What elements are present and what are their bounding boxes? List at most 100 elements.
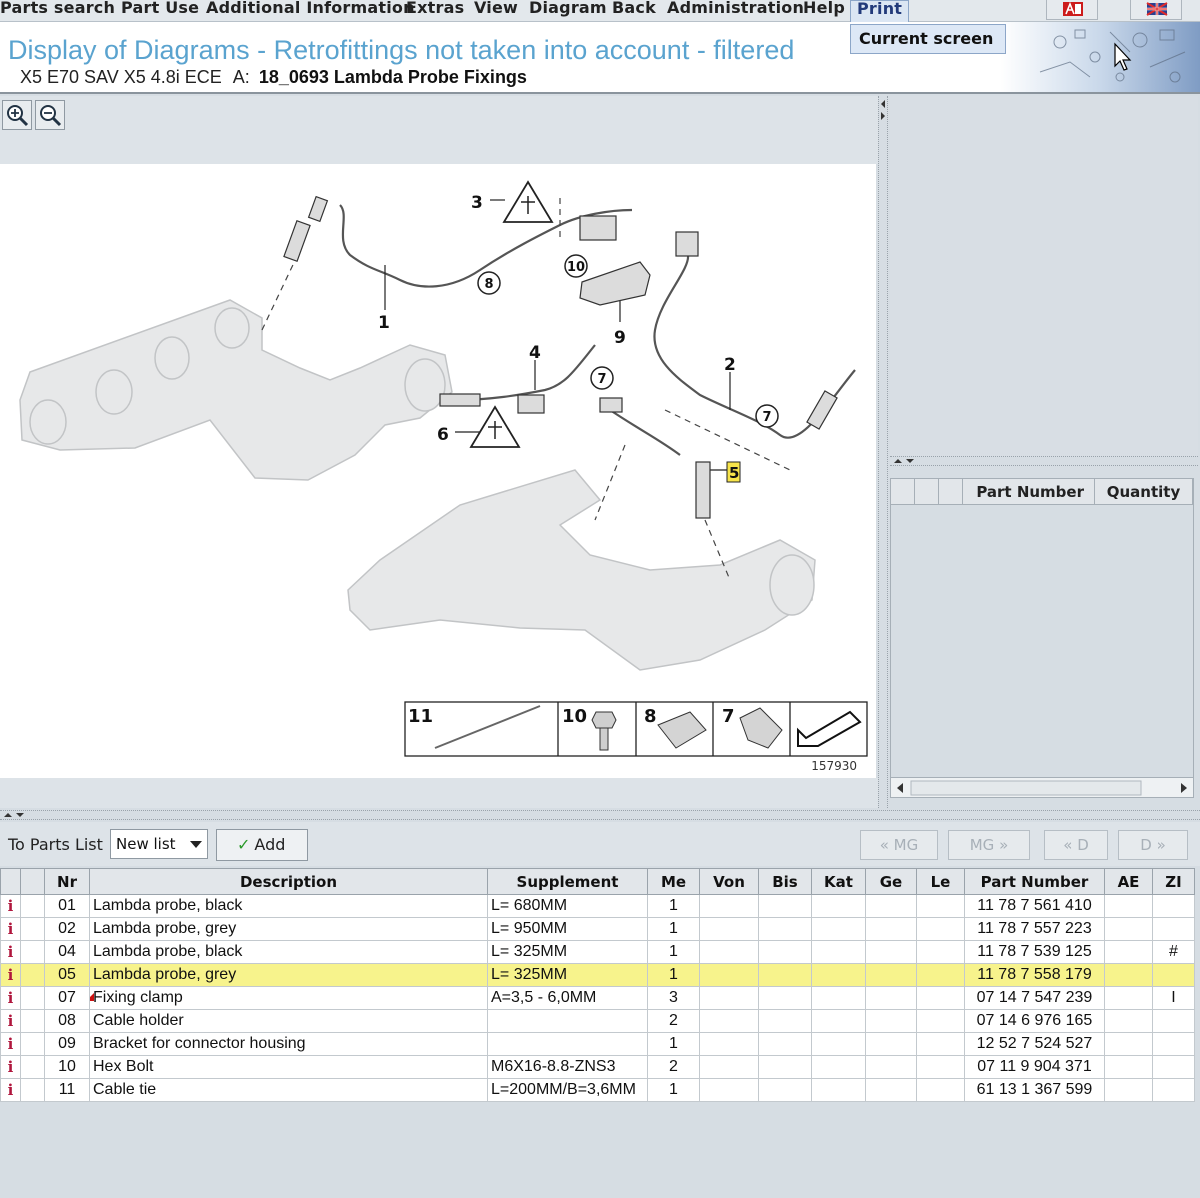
zoom-in-button[interactable]: [2, 100, 32, 130]
column-bis[interactable]: Bis: [758, 868, 812, 895]
info-icon[interactable]: i: [0, 917, 21, 941]
column-part-number[interactable]: Part Number: [963, 479, 1095, 505]
column-le[interactable]: Le: [916, 868, 965, 895]
table-row[interactable]: i 04 Lambda probe, black L= 325MM 1 11 78 7 5…: [0, 940, 1195, 964]
info-icon[interactable]: i: [0, 894, 21, 918]
row-zi: #: [1152, 940, 1195, 964]
row-me: 2: [647, 1009, 700, 1033]
row-part-number: 07 14 6 976 165: [964, 1009, 1105, 1033]
table-row[interactable]: i 05 Lambda probe, grey L= 325MM 1 11 78 7 55…: [0, 963, 1195, 987]
row-von: [699, 894, 759, 918]
row-ge: [865, 986, 917, 1010]
info-icon[interactable]: i: [0, 1078, 21, 1102]
callout-5[interactable]: 5: [729, 464, 739, 482]
callout-9[interactable]: 9: [614, 328, 626, 348]
callout-2[interactable]: 2: [724, 355, 736, 375]
row-kat: [811, 917, 866, 941]
menu-print[interactable]: Print: [850, 0, 910, 24]
table-row[interactable]: i 09 Bracket for connector housing 1 12 52 7…: [0, 1032, 1195, 1056]
row-bis: [758, 1078, 812, 1102]
horizontal-splitter[interactable]: [0, 810, 1200, 820]
car-toolbar-button[interactable]: [1130, 0, 1182, 20]
callout-7-circle[interactable]: 7: [597, 372, 606, 387]
table-row[interactable]: i 08 Cable holder 2 07 14 6 976 165: [0, 1009, 1195, 1033]
selected-parts-header: Part Number Quantity: [891, 479, 1193, 505]
menu-parts-search[interactable]: Parts search: [0, 0, 115, 20]
column-kat[interactable]: Kat: [811, 868, 866, 895]
menu-help[interactable]: Help: [803, 0, 845, 20]
column-ae[interactable]: AE: [1104, 868, 1153, 895]
callout-7-circle-b[interactable]: 7: [762, 410, 771, 425]
column-ge[interactable]: Ge: [865, 868, 917, 895]
row-von: [699, 963, 759, 987]
vertical-splitter[interactable]: [878, 96, 888, 808]
row-le: [916, 986, 965, 1010]
table-row[interactable]: i 01 Lambda probe, black L= 680MM 1 11 78 7 5…: [0, 894, 1195, 918]
column-supplement[interactable]: Supplement: [487, 868, 648, 895]
car-flag-icon: [1146, 2, 1168, 16]
horizontal-scrollbar[interactable]: [891, 777, 1193, 797]
column-nr[interactable]: Nr: [44, 868, 90, 895]
info-icon[interactable]: i: [0, 986, 21, 1010]
to-parts-list-label: To Parts List: [8, 835, 103, 854]
info-icon[interactable]: i: [0, 1009, 21, 1033]
menu-back[interactable]: Back: [612, 0, 656, 20]
info-icon[interactable]: i: [0, 963, 21, 987]
menu-view[interactable]: View: [474, 0, 518, 20]
scroll-arrows-icon: [897, 780, 1187, 796]
right-info-panel: [890, 96, 1198, 456]
table-row[interactable]: i 07 Fixing clamp A=3,5 - 6,0MM 3 07 14 7 547…: [0, 986, 1195, 1010]
table-row[interactable]: i 10 Hex Bolt M6X16-8.8-ZNS3 2 07 11 9 904 37…: [0, 1055, 1195, 1079]
add-button[interactable]: ✓ Add: [216, 829, 308, 861]
row-zi: [1152, 963, 1195, 987]
row-nr: 09: [44, 1032, 90, 1056]
info-icon[interactable]: i: [0, 940, 21, 964]
column-me[interactable]: Me: [647, 868, 700, 895]
parts-list-select[interactable]: New list: [110, 829, 208, 859]
callout-10-circle[interactable]: 10: [567, 260, 585, 275]
column-zi[interactable]: ZI: [1152, 868, 1195, 895]
column-quantity[interactable]: Quantity: [1095, 479, 1193, 505]
table-row[interactable]: i 02 Lambda probe, grey L= 950MM 1 11 78 7 55…: [0, 917, 1195, 941]
menu-extras[interactable]: Extras: [406, 0, 464, 20]
row-supplement: [487, 1032, 648, 1056]
callout-1[interactable]: 1: [378, 313, 390, 333]
right-panel-splitter[interactable]: [890, 456, 1198, 466]
table-row[interactable]: i 11 Cable tie L=200MM/B=3,6MM 1 61 13 1 367 …: [0, 1078, 1195, 1102]
menu-additional-information[interactable]: Additional Information: [206, 0, 415, 20]
parts-diagram[interactable]: 1 2 3 4 6 9 5 8 10 7 7 11 10 8 7 157930: [0, 164, 876, 778]
legend-10: 10: [562, 706, 587, 727]
callout-4[interactable]: 4: [529, 343, 541, 363]
diagram-image-number: 157930: [811, 759, 857, 773]
row-nr: 02: [44, 917, 90, 941]
row-zi: [1152, 917, 1195, 941]
callout-3[interactable]: 3: [471, 193, 483, 213]
zoom-out-button[interactable]: [35, 100, 65, 130]
row-ae: [1104, 963, 1153, 987]
column-description[interactable]: Description: [89, 868, 488, 895]
print-dropdown-current-screen[interactable]: Current screen: [850, 24, 1006, 54]
row-me: 2: [647, 1055, 700, 1079]
callout-6[interactable]: 6: [437, 425, 449, 445]
column-part-number[interactable]: Part Number: [964, 868, 1105, 895]
info-icon[interactable]: i: [0, 1032, 21, 1056]
brand-toolbar-button[interactable]: [1046, 0, 1098, 20]
row-description: Lambda probe, grey: [89, 917, 488, 941]
prev-d-button[interactable]: « D: [1044, 830, 1108, 860]
menu-part-use[interactable]: Part Use: [121, 0, 199, 20]
row-ge: [865, 1055, 917, 1079]
menu-administration[interactable]: Administration: [667, 0, 804, 20]
row-bis: [758, 1032, 812, 1056]
prev-mg-button[interactable]: « MG: [860, 830, 938, 860]
zoom-out-icon: [40, 105, 62, 127]
info-icon[interactable]: i: [0, 1055, 21, 1079]
column-von[interactable]: Von: [699, 868, 759, 895]
parts-list-value: New list: [116, 835, 176, 853]
collapse-arrows-icon: [881, 100, 885, 120]
legend-11: 11: [408, 706, 433, 727]
row-nr: 05: [44, 963, 90, 987]
next-d-button[interactable]: D »: [1118, 830, 1188, 860]
next-mg-button[interactable]: MG »: [948, 830, 1030, 860]
menu-diagram[interactable]: Diagram: [529, 0, 607, 20]
callout-8-circle[interactable]: 8: [484, 277, 493, 292]
